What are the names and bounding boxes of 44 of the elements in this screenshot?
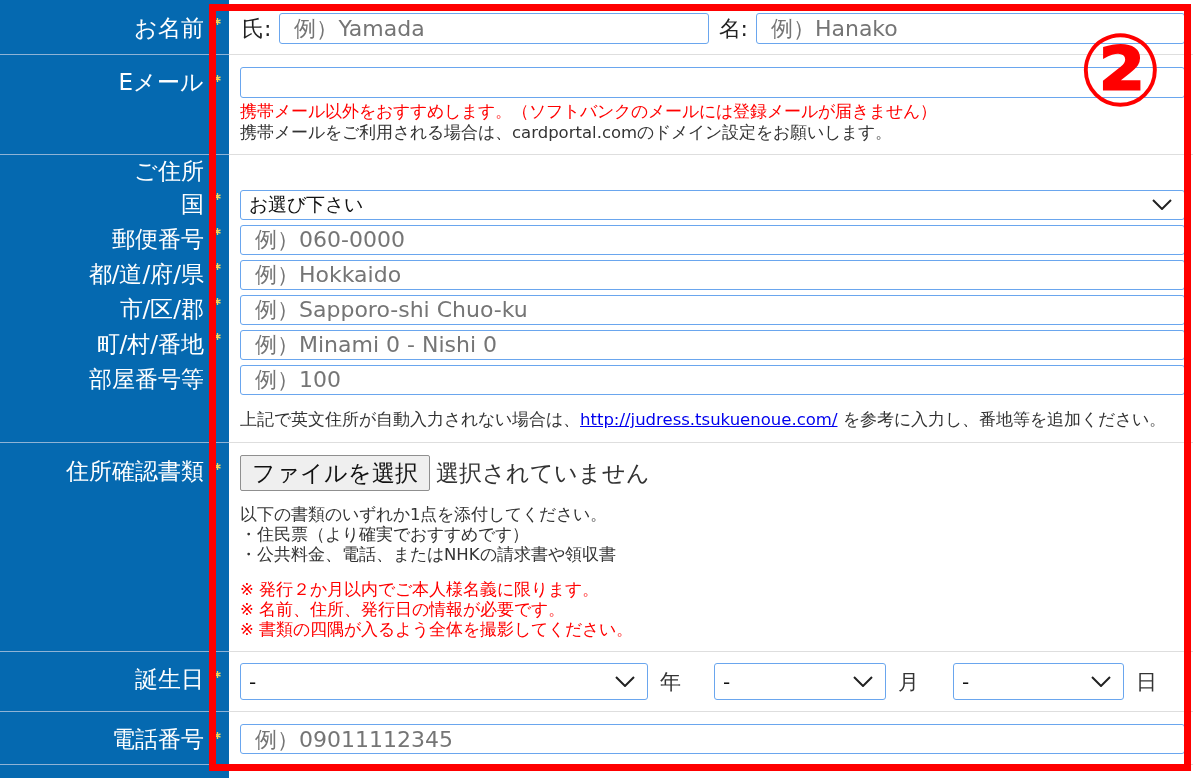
field-label: 国 [181,190,204,219]
chevron-down-icon [1152,199,1172,210]
warning-text: ※ 発行２か月以内でご本人様名義に限ります。 [240,580,601,600]
address-note: 上記で英文住所が自動入力されない場合は、http://judress.tsukuenoue.com/ を参考に入力し、番地等を追加ください。 [240,410,1167,430]
note-text: ・公共料金、電話、またはNHKの請求書や領収書 [240,545,617,565]
warning-text: ※ 名前、住所、発行日の情報が必要です。 [240,600,567,620]
field-prefix: 名: [718,14,748,43]
date-select[interactable]: - [953,663,1124,700]
date-select[interactable]: - [240,663,648,700]
field-label: 部屋番号等 [89,365,204,394]
note-text: 以下の書類のいずれか1点を添付してください。 [240,505,609,525]
field-label: 電話番号 [112,725,204,754]
input-field[interactable]: 例）060-0000 [240,224,1185,255]
file-status-text: 選択されていません [436,458,650,488]
reference-link[interactable]: http://judress.tsukuenoue.com/ [580,410,838,429]
input-field[interactable]: 例）Sapporo-shi Chuo-ku [240,294,1185,325]
field-label: 誕生日 [135,665,204,694]
note-text: 携帯メールをご利用される場合は、cardportal.comのドメイン設定をお願いします。 [240,122,894,143]
input-field[interactable]: 例）Minami 0 - Nishi 0 [240,329,1185,360]
warning-text: ※ 書類の四隅が入るよう全体を撮影してください。 [240,620,635,640]
chevron-down-icon [1091,676,1111,687]
date-unit: 月 [898,668,919,696]
note-text: ・住民票（より確実でおすすめです） [240,525,530,545]
chevron-down-icon [615,676,635,687]
input-field[interactable]: 例）09011112345 [240,724,1185,754]
warning-text: 携帯メール以外をおすすめします。（ソフトバンクのメールには登録メールが届きません） [240,101,938,122]
field-label: 市/区/郡 [119,295,204,324]
field-label: 町/村/番地 [96,330,204,359]
input-field[interactable]: 例）100 [240,364,1185,395]
choose-file-button[interactable]: ファイルを選択 [240,455,430,491]
date-select[interactable]: - [714,663,886,700]
field-label: 郵便番号 [112,225,204,254]
field-label: ご住所 [134,157,204,186]
input-field[interactable]: 例）Hokkaido [240,259,1185,290]
field-prefix: 氏: [242,14,272,43]
field-label: 都/道/府/県 [88,260,204,289]
field-label: 住所確認書類 [66,457,204,486]
input-field[interactable]: 例）Yamada [279,13,709,44]
field-label: Eメール [118,68,204,97]
date-unit: 年 [660,668,681,696]
field-label: お名前 [134,14,204,43]
date-unit: 日 [1136,668,1157,696]
country-select[interactable]: お選び下さい [240,189,1185,220]
chevron-down-icon [853,676,873,687]
